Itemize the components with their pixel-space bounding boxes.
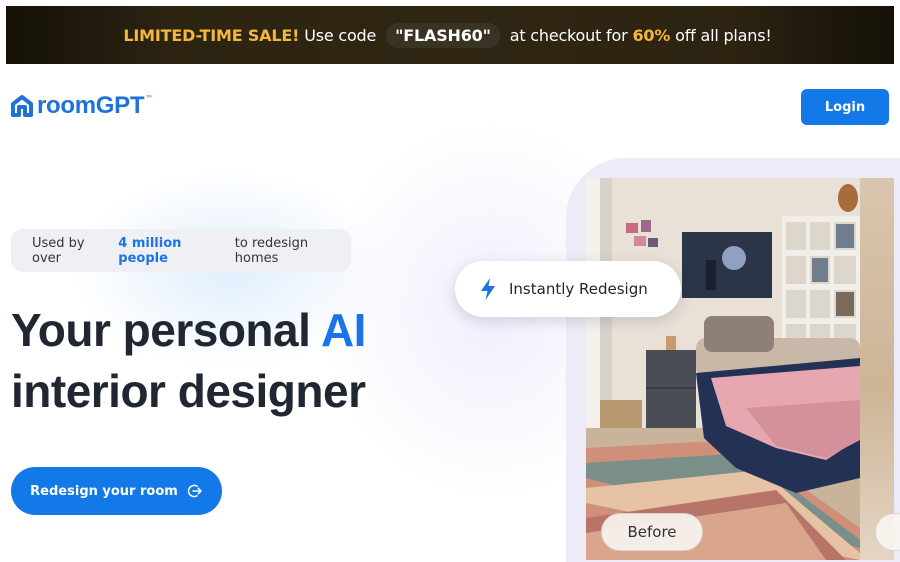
promo-banner: LIMITED-TIME SALE! Use code "FLASH60" at… (6, 6, 894, 64)
bedroom-illustration (586, 178, 860, 560)
pill-highlight: 4 million people (118, 235, 182, 266)
promo-tail-text: off all plans! (675, 25, 772, 45)
before-label-button[interactable]: Before (601, 513, 703, 551)
headline-ai: AI (320, 304, 367, 356)
badge-label: Instantly Redesign (509, 280, 648, 298)
logo-text: roomGPT (37, 92, 145, 119)
pill-prefix: Used by over (32, 235, 85, 266)
hero-headline: Your personal AI interior designer (11, 300, 511, 422)
instantly-redesign-badge: Instantly Redesign (455, 261, 681, 317)
cta-label: Redesign your room (30, 483, 178, 499)
promo-use-code-text: Use code (304, 25, 377, 45)
promo-checkout-text: at checkout for (509, 25, 628, 45)
pill-suffix: to redesign homes (234, 235, 309, 266)
logo-trademark: ™ (145, 94, 154, 103)
social-proof-pill: Used by over 4 million people to redesig… (11, 229, 351, 272)
arrow-right-circle-icon (187, 484, 202, 498)
promo-discount: 60% (632, 25, 671, 45)
headline-part1: Your personal (11, 304, 321, 356)
promo-code-badge: "FLASH60" (386, 22, 500, 48)
headline-line2: interior designer (11, 365, 366, 417)
after-room-image-edge (860, 178, 894, 560)
before-room-image (586, 178, 860, 560)
lightning-icon (481, 278, 495, 300)
house-logo-icon (11, 95, 33, 117)
logo[interactable]: roomGPT ™ (11, 92, 153, 120)
promo-sale-label: LIMITED-TIME SALE! (123, 25, 300, 45)
redesign-room-button[interactable]: Redesign your room (11, 467, 222, 515)
login-button[interactable]: Login (801, 89, 889, 125)
